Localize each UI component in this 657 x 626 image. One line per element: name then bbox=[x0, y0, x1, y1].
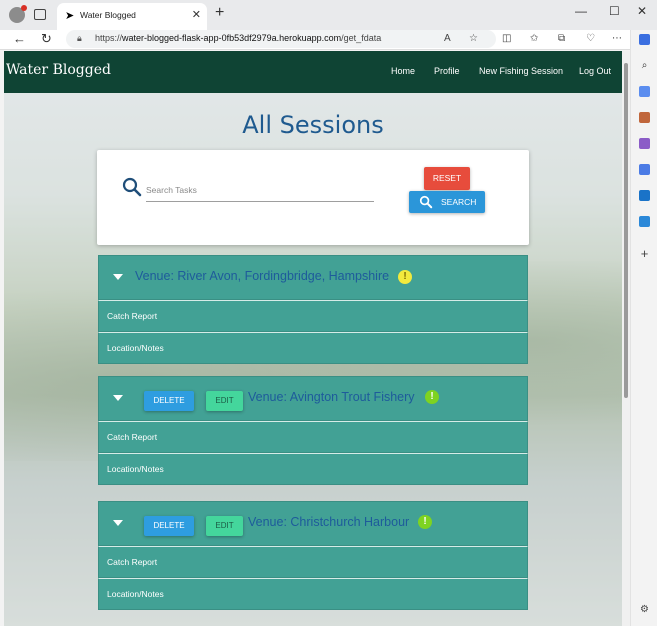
session-header[interactable]: Venue: River Avon, Fordingbridge, Hampsh… bbox=[98, 255, 528, 300]
lock-icon[interactable]: 🔒︎ bbox=[77, 33, 82, 44]
favorite-star-icon[interactable]: ☆ bbox=[469, 33, 478, 44]
profile-icon[interactable] bbox=[9, 5, 27, 23]
catch-report-label: Catch Report bbox=[107, 432, 158, 442]
nav-link-new-fishing-session[interactable]: New Fishing Session bbox=[479, 66, 563, 76]
site-brand[interactable]: Water Blogged bbox=[6, 62, 111, 78]
close-window-icon[interactable]: ✕ bbox=[637, 4, 647, 18]
alert-icon: ! bbox=[418, 515, 432, 529]
scrollbar-thumb[interactable] bbox=[624, 63, 628, 398]
expand-caret-icon[interactable] bbox=[113, 520, 123, 526]
search-input[interactable] bbox=[146, 179, 374, 202]
location-notes-row[interactable]: Location/Notes bbox=[98, 332, 528, 364]
browser-sidebar: ⌕ + ⚙ bbox=[630, 30, 657, 626]
catch-report-label: Catch Report bbox=[107, 557, 158, 567]
search-button-icon bbox=[419, 195, 433, 209]
url-prefix: https:// bbox=[95, 33, 123, 43]
url-host: water-blogged-flask-app-0fb53df2979a.her… bbox=[122, 33, 342, 43]
nav-link-profile[interactable]: Profile bbox=[434, 66, 460, 76]
refresh-icon[interactable]: ↻ bbox=[41, 31, 52, 47]
search-sidebar-icon[interactable]: ⌕ bbox=[639, 60, 650, 71]
venue-title: Venue: River Avon, Fordingbridge, Hampsh… bbox=[135, 269, 390, 283]
games-icon[interactable] bbox=[639, 138, 650, 149]
settings-gear-icon[interactable]: ⚙ bbox=[639, 604, 650, 615]
search-button-label: SEARCH bbox=[441, 197, 477, 207]
location-notes-label: Location/Notes bbox=[107, 464, 164, 474]
session-header[interactable]: DELETE EDIT Venue: Avington Trout Fisher… bbox=[98, 376, 528, 421]
read-aloud-icon[interactable]: A bbox=[444, 33, 451, 44]
session-card: DELETE EDIT Venue: Avington Trout Fisher… bbox=[98, 376, 528, 485]
catch-report-label: Catch Report bbox=[107, 311, 158, 321]
tools-icon[interactable] bbox=[639, 112, 650, 123]
more-menu-icon[interactable]: ⋯ bbox=[612, 33, 622, 44]
shopping-icon[interactable] bbox=[639, 86, 650, 97]
edit-button[interactable]: EDIT bbox=[206, 391, 243, 411]
delete-button[interactable]: DELETE bbox=[144, 391, 194, 411]
browser-essentials-icon[interactable]: ♡ bbox=[586, 33, 595, 44]
alert-icon: ! bbox=[398, 270, 412, 284]
maximize-icon[interactable]: ☐ bbox=[609, 4, 620, 18]
close-tab-icon[interactable]: ✕ bbox=[192, 8, 201, 21]
address-bar: ← ↻ 🔒︎ https://water-blogged-flask-app-0… bbox=[0, 30, 657, 50]
outlook-icon[interactable] bbox=[639, 190, 650, 201]
nav-link-log-out[interactable]: Log Out bbox=[579, 66, 611, 76]
minimize-icon[interactable]: — bbox=[575, 4, 587, 18]
location-notes-label: Location/Notes bbox=[107, 343, 164, 353]
add-sidebar-icon[interactable]: + bbox=[639, 247, 650, 260]
nav-link-home[interactable]: Home bbox=[391, 66, 415, 76]
session-card: Venue: River Avon, Fordingbridge, Hampsh… bbox=[98, 255, 528, 364]
venue-title: Venue: Avington Trout Fishery bbox=[248, 390, 415, 404]
delete-button[interactable]: DELETE bbox=[144, 516, 194, 536]
new-tab-icon[interactable]: + bbox=[215, 4, 224, 22]
copilot-icon[interactable] bbox=[639, 34, 650, 45]
send-icon[interactable] bbox=[639, 216, 650, 227]
url-text: https://water-blogged-flask-app-0fb53df2… bbox=[95, 33, 381, 43]
session-card: DELETE EDIT Venue: Christchurch Harbour … bbox=[98, 501, 528, 610]
reset-button[interactable]: RESET bbox=[424, 167, 470, 190]
catch-report-row[interactable]: Catch Report bbox=[98, 300, 528, 332]
fish-favicon-icon: ➤ bbox=[65, 10, 75, 22]
browser-tabbar: ➤ Water Blogged ✕ + — ☐ ✕ bbox=[0, 0, 657, 30]
back-icon[interactable]: ← bbox=[13, 31, 26, 46]
session-header[interactable]: DELETE EDIT Venue: Christchurch Harbour … bbox=[98, 501, 528, 546]
alert-icon: ! bbox=[425, 390, 439, 404]
collections-icon[interactable]: ⧉ bbox=[558, 33, 565, 44]
search-button[interactable]: SEARCH bbox=[409, 191, 485, 213]
page-viewport: Water Blogged Home Profile New Fishing S… bbox=[4, 51, 622, 626]
venue-title: Venue: Christchurch Harbour bbox=[248, 515, 410, 529]
url-field[interactable]: 🔒︎ https://water-blogged-flask-app-0fb53… bbox=[66, 30, 496, 48]
expand-caret-icon[interactable] bbox=[113, 395, 123, 401]
page-title: All Sessions bbox=[242, 111, 384, 139]
location-notes-label: Location/Notes bbox=[107, 589, 164, 599]
favorites-icon[interactable]: ✩ bbox=[530, 33, 538, 44]
page-scrollbar[interactable] bbox=[622, 51, 630, 626]
catch-report-row[interactable]: Catch Report bbox=[98, 421, 528, 453]
site-navbar: Water Blogged Home Profile New Fishing S… bbox=[4, 51, 622, 93]
split-screen-icon[interactable]: ◫ bbox=[502, 33, 511, 44]
location-notes-row[interactable]: Location/Notes bbox=[98, 578, 528, 610]
url-path: /get_fdata bbox=[341, 33, 382, 43]
expand-caret-icon[interactable] bbox=[113, 274, 123, 280]
search-card: RESET SEARCH bbox=[97, 150, 529, 245]
edit-button[interactable]: EDIT bbox=[206, 516, 243, 536]
tab-title: Water Blogged bbox=[80, 10, 136, 20]
search-icon bbox=[122, 177, 142, 197]
location-notes-row[interactable]: Location/Notes bbox=[98, 453, 528, 485]
office-icon[interactable] bbox=[639, 164, 650, 175]
tab-actions-icon[interactable] bbox=[34, 9, 46, 20]
catch-report-row[interactable]: Catch Report bbox=[98, 546, 528, 578]
browser-tab[interactable]: ➤ Water Blogged ✕ bbox=[57, 3, 207, 30]
